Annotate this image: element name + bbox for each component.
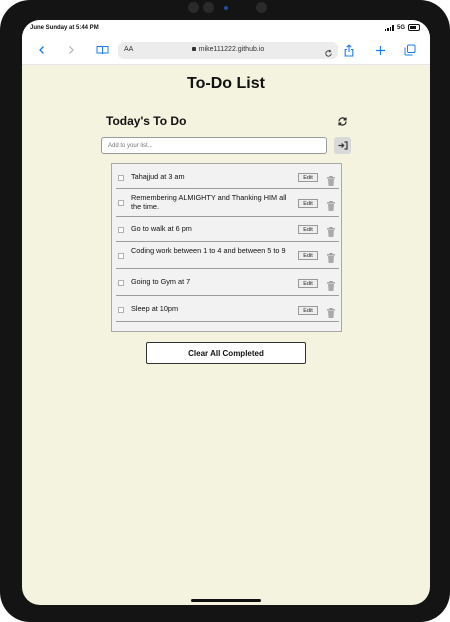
item-text: Go to walk at 6 pm <box>131 224 192 233</box>
share-icon[interactable] <box>342 43 356 57</box>
camera-icon <box>256 2 267 13</box>
status-indicators: 5G <box>384 24 420 31</box>
edit-button[interactable]: Edit <box>298 173 318 182</box>
edit-button[interactable]: Edit <box>298 306 318 315</box>
screen: June Sunday at 5:44 PM 5G AA mike111222.… <box>22 20 430 605</box>
item-checkbox[interactable] <box>118 175 124 181</box>
edit-button[interactable]: Edit <box>298 225 318 234</box>
list-item: Go to walk at 6 pm Edit <box>116 216 339 242</box>
add-item-button[interactable] <box>334 137 351 154</box>
item-text: Going to Gym at 7 <box>131 277 191 286</box>
trash-icon[interactable] <box>327 198 335 211</box>
item-text: Coding work between 1 to 4 and between 5… <box>131 246 286 255</box>
item-checkbox[interactable] <box>118 307 124 313</box>
add-item-input[interactable]: Add to your list... <box>101 137 327 154</box>
bookmarks-icon[interactable] <box>95 43 109 57</box>
item-checkbox[interactable] <box>118 227 124 233</box>
item-text: Remembering ALMIGHTY and Thanking HIM al… <box>131 193 287 211</box>
network-label: 5G <box>396 24 405 31</box>
refresh-icon[interactable] <box>337 114 349 126</box>
item-checkbox[interactable] <box>118 280 124 286</box>
page-title: To-Do List <box>187 75 265 92</box>
list-item: Remembering ALMIGHTY and Thanking HIM al… <box>116 188 339 217</box>
edit-button[interactable]: Edit <box>298 199 318 208</box>
forward-icon[interactable] <box>64 43 78 57</box>
device-frame: June Sunday at 5:44 PM 5G AA mike111222.… <box>0 0 450 622</box>
clear-completed-button[interactable]: Clear All Completed <box>146 342 306 364</box>
camera-icon <box>203 2 214 13</box>
item-checkbox[interactable] <box>118 200 124 206</box>
camera-icon <box>188 2 199 13</box>
list-item: Going to Gym at 7 Edit <box>116 268 339 296</box>
back-icon[interactable] <box>35 43 49 57</box>
item-text: Tahajjud at 3 am <box>131 172 185 181</box>
battery-icon <box>408 24 420 31</box>
home-indicator[interactable] <box>191 599 261 602</box>
item-text: Sleep at 10pm <box>131 304 179 313</box>
trash-icon[interactable] <box>327 278 335 291</box>
status-bar: June Sunday at 5:44 PM 5G <box>22 20 430 38</box>
url-display: mike111222.github.io <box>118 46 338 53</box>
browser-toolbar: AA mike111222.github.io <box>22 38 430 65</box>
list-item: Tahajjud at 3 am Edit <box>116 165 339 189</box>
sensor-icon <box>224 6 228 10</box>
list-item: Sleep at 10pm Edit <box>116 295 339 322</box>
edit-button[interactable]: Edit <box>298 251 318 260</box>
reload-icon[interactable] <box>324 45 333 63</box>
signal-icon <box>384 24 394 31</box>
lock-icon <box>191 47 196 51</box>
address-bar[interactable]: AA mike111222.github.io <box>118 42 338 59</box>
sign-in-icon <box>338 137 348 155</box>
section-title: Today's To Do <box>106 114 187 128</box>
trash-icon[interactable] <box>327 224 335 237</box>
url-text: mike111222.github.io <box>198 46 265 53</box>
status-time: June Sunday at 5:44 PM <box>30 25 99 31</box>
new-tab-icon[interactable] <box>373 43 387 57</box>
todo-list: Tahajjud at 3 am Edit Remembering ALMIGH… <box>111 163 342 332</box>
list-item: Coding work between 1 to 4 and between 5… <box>116 241 339 269</box>
trash-icon[interactable] <box>327 250 335 263</box>
edit-button[interactable]: Edit <box>298 279 318 288</box>
trash-icon[interactable] <box>327 305 335 318</box>
item-checkbox[interactable] <box>118 253 124 259</box>
tabs-icon[interactable] <box>403 43 417 57</box>
trash-icon[interactable] <box>327 173 335 186</box>
